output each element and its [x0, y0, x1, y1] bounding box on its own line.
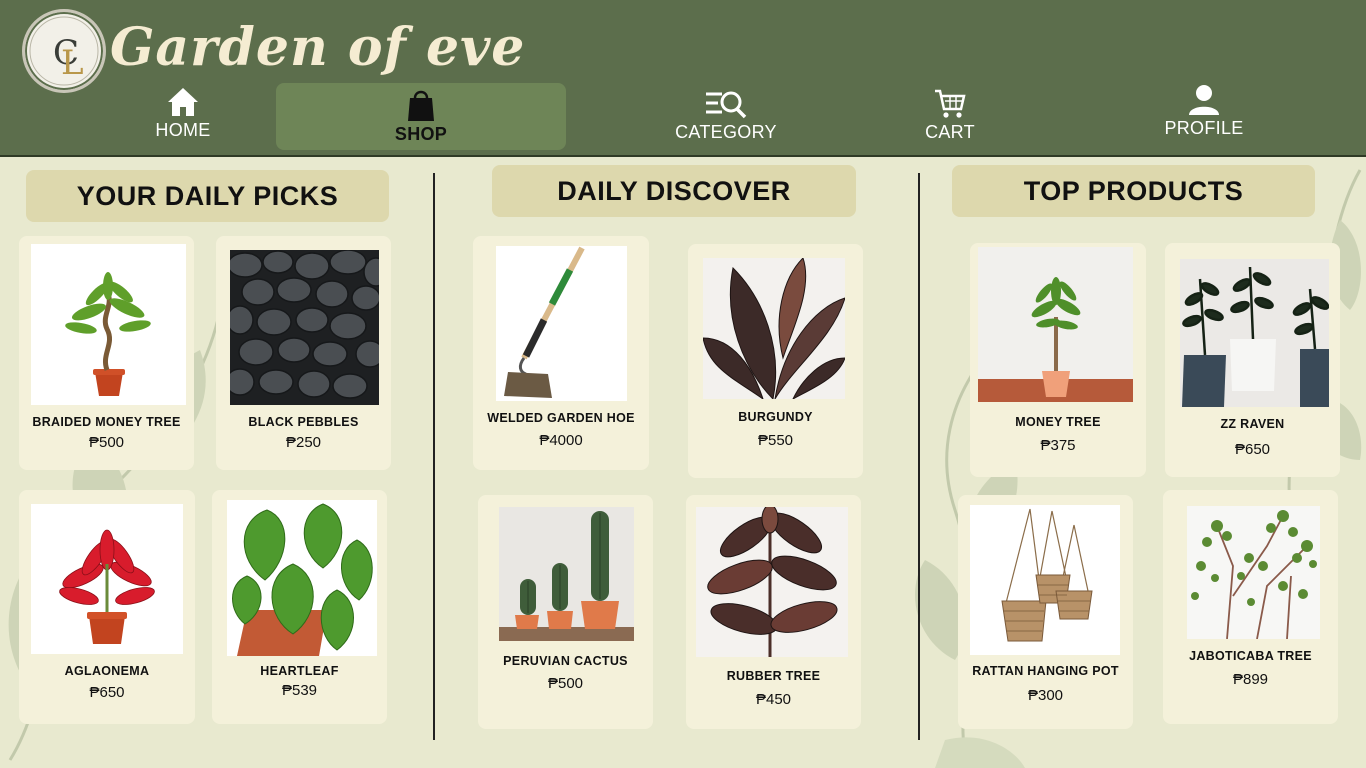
- product-card-jaboticaba-tree[interactable]: JABOTICABA TREE ₱899: [1163, 490, 1338, 724]
- nav-profile[interactable]: PROFILE: [1160, 84, 1248, 146]
- top-header: C L Garden of eve HOME SHOP CATEGORY CAR…: [0, 0, 1366, 157]
- product-name: HEARTLEAF: [260, 664, 339, 678]
- product-image: [31, 244, 186, 405]
- cart-icon: [935, 89, 966, 118]
- product-name: BURGUNDY: [738, 410, 813, 424]
- product-image: [227, 500, 377, 656]
- nav-category[interactable]: CATEGORY: [666, 88, 786, 150]
- nav-profile-label: PROFILE: [1164, 118, 1244, 138]
- product-card-welded-garden-hoe[interactable]: WELDED GARDEN HOE ₱4000: [473, 236, 649, 470]
- product-price: ₱650: [1234, 441, 1271, 458]
- product-image: [703, 258, 845, 399]
- product-price: ₱375: [1040, 437, 1076, 454]
- product-name: MONEY TREE: [1015, 415, 1101, 429]
- product-image: [696, 507, 848, 657]
- product-card-black-pebbles[interactable]: BLACK PEBBLES ₱250: [216, 236, 391, 470]
- shopping-bag-icon: [408, 90, 434, 121]
- product-price: ₱539: [281, 682, 318, 699]
- product-card-rubber-tree[interactable]: RUBBER TREE ₱450: [686, 495, 861, 729]
- svg-text:L: L: [61, 43, 84, 83]
- product-image: [499, 507, 634, 641]
- product-image: [1187, 506, 1320, 639]
- top-products-heading: TOP PRODUCTS: [952, 165, 1315, 217]
- category-search-icon: [706, 91, 747, 119]
- product-price: ₱250: [285, 434, 322, 451]
- product-image: [230, 250, 379, 405]
- product-name: RUBBER TREE: [726, 669, 821, 683]
- product-price: ₱500: [547, 675, 584, 692]
- nav-shop[interactable]: SHOP: [276, 83, 566, 150]
- product-card-braided-money-tree[interactable]: BRAIDED MONEY TREE ₱500: [19, 236, 194, 470]
- product-price: ₱4000: [539, 432, 583, 449]
- product-image: [496, 246, 627, 401]
- product-card-heartleaf[interactable]: HEARTLEAF ₱539: [212, 490, 387, 724]
- product-image: [970, 505, 1120, 655]
- product-name: RATTAN HANGING POT: [972, 664, 1119, 678]
- brand-title: Garden of eve: [110, 17, 526, 78]
- product-price: ₱500: [88, 434, 125, 451]
- product-name: WELDED GARDEN HOE: [487, 411, 635, 425]
- product-name: BLACK PEBBLES: [248, 415, 359, 429]
- column-divider-right: [918, 173, 920, 740]
- nav-cart-label: CART: [925, 122, 975, 142]
- nav-cart[interactable]: CART: [912, 88, 988, 150]
- product-name: JABOTICABA TREE: [1189, 649, 1312, 663]
- product-card-zz-raven[interactable]: ZZ RAVEN ₱650: [1165, 243, 1340, 477]
- product-name: BRAIDED MONEY TREE: [32, 415, 181, 429]
- product-name: PERUVIAN CACTUS: [503, 654, 628, 668]
- daily-discover-heading: DAILY DISCOVER: [492, 165, 856, 217]
- product-card-burgundy[interactable]: BURGUNDY ₱550: [688, 244, 863, 478]
- product-image: [978, 247, 1133, 402]
- product-price: ₱300: [1027, 687, 1064, 704]
- product-card-peruvian-cactus[interactable]: PERUVIAN CACTUS ₱500: [478, 495, 653, 729]
- column-divider-left: [433, 173, 435, 740]
- product-image: [31, 504, 183, 654]
- product-price: ₱899: [1232, 671, 1269, 688]
- product-price: ₱450: [755, 691, 792, 708]
- product-card-money-tree[interactable]: MONEY TREE ₱375: [970, 243, 1146, 477]
- nav-home[interactable]: HOME: [143, 86, 223, 148]
- daily-picks-heading: YOUR DAILY PICKS: [26, 170, 389, 222]
- nav-shop-label: SHOP: [394, 124, 448, 144]
- product-name: AGLAONEMA: [64, 664, 150, 678]
- product-card-rattan-hanging-pot[interactable]: RATTAN HANGING POT ₱300: [958, 495, 1133, 729]
- product-price: ₱650: [89, 684, 125, 701]
- home-icon: [168, 88, 198, 116]
- profile-icon: [1189, 85, 1219, 115]
- product-image: [1180, 259, 1329, 407]
- nav-home-label: HOME: [155, 120, 211, 140]
- brand-logo[interactable]: C L: [22, 9, 106, 93]
- product-price: ₱550: [757, 432, 794, 449]
- nav-category-label: CATEGORY: [675, 122, 777, 142]
- product-name: ZZ RAVEN: [1220, 417, 1285, 431]
- logo-monogram-icon: C L: [29, 16, 99, 86]
- product-card-aglaonema[interactable]: AGLAONEMA ₱650: [19, 490, 195, 724]
